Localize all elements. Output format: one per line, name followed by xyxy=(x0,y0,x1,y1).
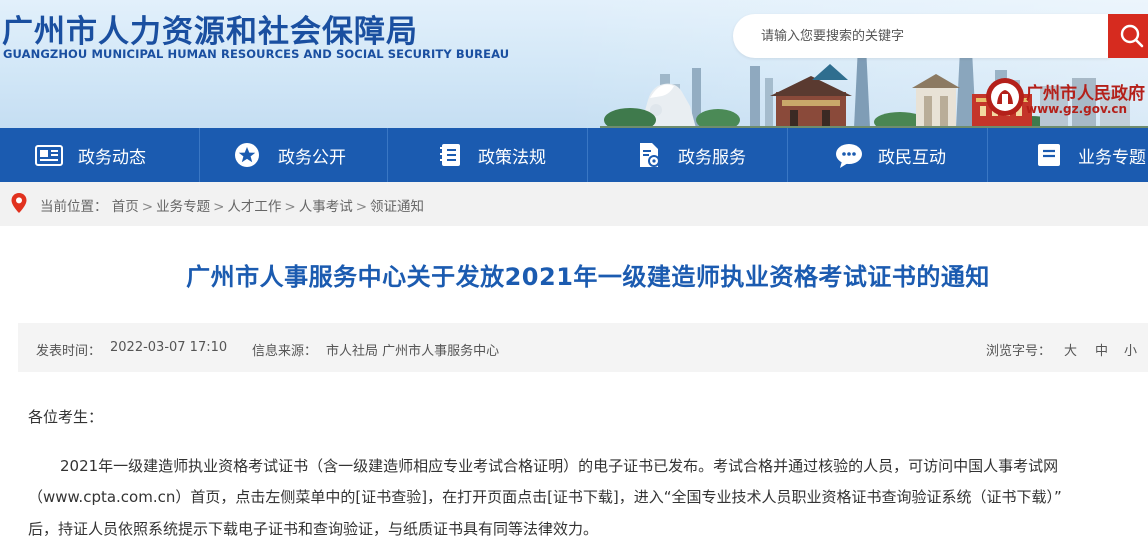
gov-portal-link[interactable]: 广州市人民政府 www.gz.gov.cn xyxy=(984,76,1148,120)
source: 市人社局 广州市人事服务中心 xyxy=(326,344,500,359)
search-icon xyxy=(1120,24,1144,48)
nav-label: 政务服务 xyxy=(678,148,746,168)
nav-item-topics[interactable]: 业务专题 xyxy=(988,128,1148,182)
breadcrumb-prefix: 当前位置： xyxy=(40,199,108,215)
breadcrumb-separator: > xyxy=(141,199,154,215)
search-input[interactable] xyxy=(761,24,1091,48)
location-pin-icon xyxy=(11,193,27,213)
nav-label: 政民互动 xyxy=(878,148,946,168)
nav-label: 政策法规 xyxy=(478,148,546,168)
site-subtitle: GUANGZHOU MUNICIPAL HUMAN RESOURCES AND … xyxy=(3,47,510,61)
publish-date-label: 发表时间： xyxy=(36,344,102,359)
nav-item-news[interactable]: 政务动态 xyxy=(0,128,200,182)
article-body-line: （www.cpta.com.cn）首页，点击左侧菜单中的[证书查验]，在打开页面… xyxy=(28,488,1062,506)
nav-label: 政务公开 xyxy=(278,148,346,168)
breadcrumb-link-talent[interactable]: 人才工作 xyxy=(227,199,281,215)
breadcrumb-link-cert-notice[interactable]: 领证通知 xyxy=(370,199,424,215)
font-size-medium-button[interactable]: 中 xyxy=(1095,340,1108,359)
breadcrumb-link-exams[interactable]: 人事考试 xyxy=(299,199,353,215)
breadcrumb: 当前位置： 首页 > 业务专题 > 人才工作 > 人事考试 > 领证通知 xyxy=(40,195,424,215)
header-banner: 广州市人力资源和社会保障局 GUANGZHOU MUNICIPAL HUMAN … xyxy=(0,0,1148,128)
newspaper-icon xyxy=(35,145,63,166)
nav-item-interaction[interactable]: 政民互动 xyxy=(788,128,988,182)
star-icon xyxy=(235,143,259,167)
site-title[interactable]: 广州市人力资源和社会保障局 xyxy=(2,6,418,51)
font-size-label: 浏览字号： xyxy=(986,344,1052,359)
nav-label: 政务动态 xyxy=(78,148,146,168)
document-gear-icon xyxy=(640,143,660,167)
source-label: 信息来源： xyxy=(252,344,318,359)
main-nav: 政务动态 政务公开 政策法规 政务服务 政民互动 业务专题 xyxy=(0,128,1148,182)
gov-url: www.gz.gov.cn xyxy=(1026,102,1128,116)
gov-name: 广州市人民政府 xyxy=(1026,84,1145,104)
book-icon xyxy=(440,144,460,166)
nav-item-gov-open[interactable]: 政务公开 xyxy=(188,128,388,182)
breadcrumb-separator: > xyxy=(213,199,225,215)
publish-date: 2022-03-07 17:10 xyxy=(110,340,228,355)
nav-item-policy[interactable]: 政策法规 xyxy=(388,128,588,182)
nav-label: 业务专题 xyxy=(1078,148,1146,168)
article-greeting: 各位考生： xyxy=(28,408,104,426)
article-title: 广州市人事服务中心关于发放2021年一级建造师执业资格考试证书的通知 xyxy=(186,263,990,291)
breadcrumb-link-home[interactable]: 首页 xyxy=(112,199,139,215)
article-body-line: 后，持证人员依照系统提示下载电子证书和查询验证，与纸质证书具有同等法律效力。 xyxy=(28,520,599,538)
search-button[interactable] xyxy=(1108,14,1148,58)
chat-icon xyxy=(836,144,862,168)
font-size-large-button[interactable]: 大 xyxy=(1064,340,1077,359)
font-size-small-button[interactable]: 小 xyxy=(1124,340,1137,359)
article-body-line: 2021年一级建造师执业资格考试证书（含一级建造师相应专业考试合格证明）的电子证… xyxy=(60,457,1059,475)
breadcrumb-separator: > xyxy=(355,199,368,215)
nav-item-services[interactable]: 政务服务 xyxy=(588,128,788,182)
gov-emblem-icon xyxy=(986,78,1024,116)
breadcrumb-separator: > xyxy=(284,199,296,215)
list-icon xyxy=(1038,144,1060,166)
breadcrumb-link-topics[interactable]: 业务专题 xyxy=(156,199,210,215)
search-box xyxy=(733,14,1109,58)
